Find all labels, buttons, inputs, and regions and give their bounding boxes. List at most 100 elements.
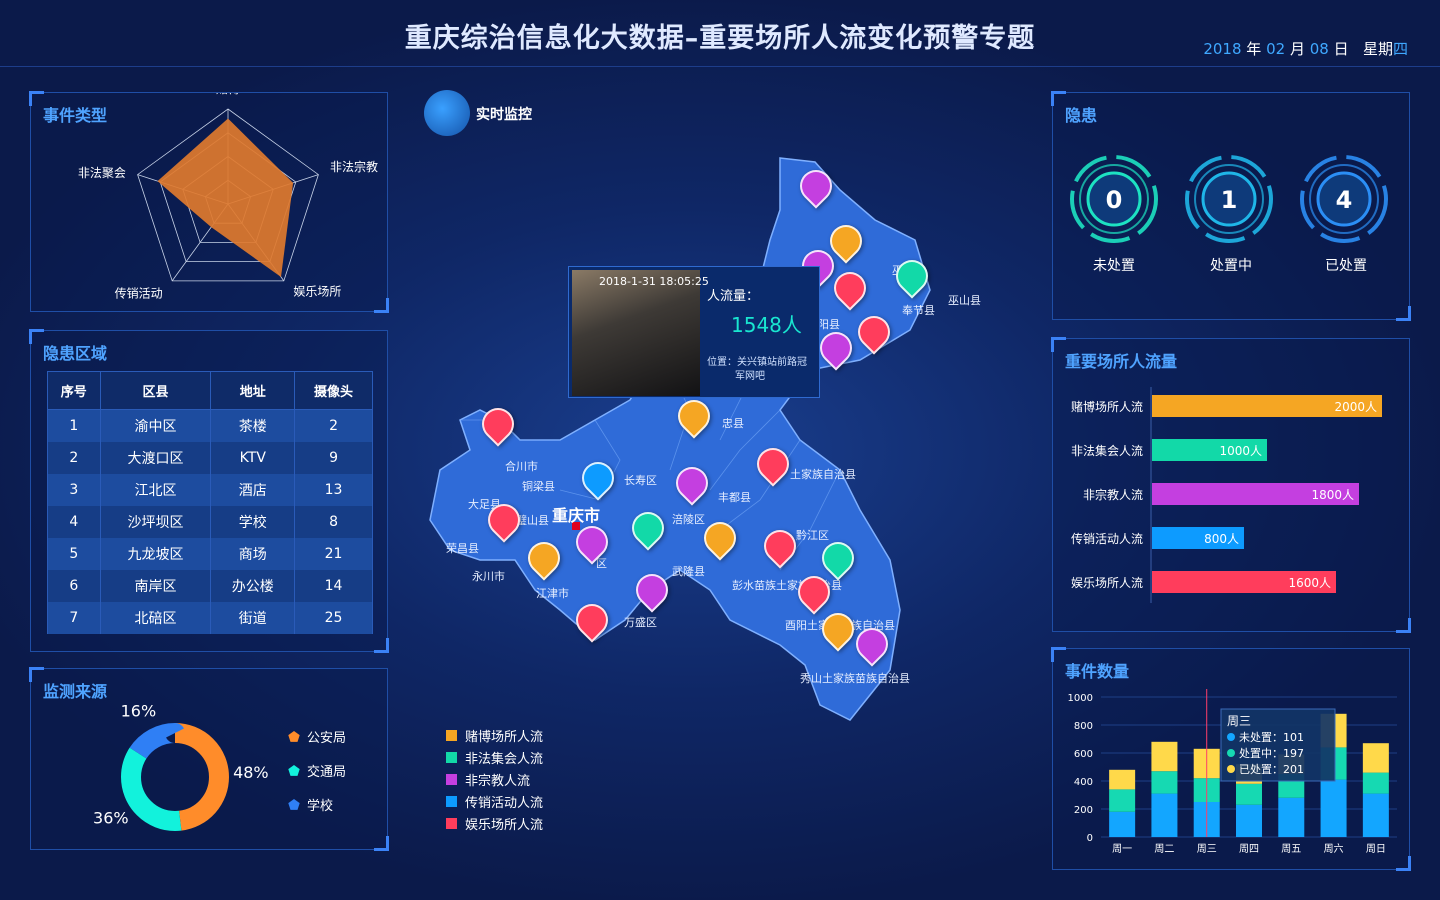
- header-divider: [0, 66, 1440, 67]
- date-month: 02: [1266, 40, 1286, 58]
- table-row[interactable]: 1 渝中区 茶楼 2: [47, 409, 373, 442]
- table-header-row: 序号 区县 地址 摄像头: [47, 371, 373, 410]
- map-place-label: 土家族自治县: [790, 468, 856, 481]
- table-cell: 办公楼: [210, 569, 296, 602]
- table-row[interactable]: 3 江北区 酒店 13: [47, 473, 373, 506]
- stacked-bar-segment: [1362, 793, 1389, 837]
- ring-value: 0: [1106, 186, 1123, 214]
- table-cell: 1: [47, 409, 101, 442]
- monitor-radar-icon[interactable]: [424, 90, 470, 136]
- table-row[interactable]: 5 九龙坡区 商场 21: [47, 537, 373, 570]
- bar-value-label: 800人: [1204, 532, 1239, 546]
- table-cell: 南岸区: [99, 569, 212, 602]
- ring-value: 4: [1336, 186, 1353, 214]
- map-place-label: 奉节县: [902, 304, 935, 317]
- bar-value-label: 1000人: [1219, 444, 1262, 458]
- map-place-label: 万盛区: [624, 616, 657, 629]
- table-header-cell: 摄像头: [294, 371, 373, 410]
- flow-label: 人流量：: [707, 289, 760, 304]
- bar-category-label: 传销活动人流: [1071, 531, 1143, 546]
- stacked-bar-segment: [1151, 793, 1178, 837]
- stacked-bar-segment: [1109, 789, 1136, 812]
- radar-indicator-label: 非法宗教: [330, 159, 378, 174]
- stacked-bar-segment: [1236, 804, 1262, 837]
- hidden-danger-panel: 隐患 014 未处置 处置中 已处置: [1051, 91, 1411, 321]
- stacked-bar-segment: [1236, 783, 1262, 805]
- table-cell: 北碚区: [99, 601, 212, 634]
- date-month-unit: 月: [1289, 40, 1305, 58]
- map-place-label: 秀山土家族苗族自治县: [800, 672, 910, 685]
- event-count-chart: 02004006008001000周一 周二 周三 周四 周五 周六 周日周三未处置：101…: [1068, 689, 1397, 855]
- stacked-bar-segment: [1278, 797, 1305, 837]
- stacked-bar-segment: [1109, 811, 1136, 837]
- map-legend-item: 非法集会人流: [446, 748, 543, 767]
- x-tick-label: 周四: [1239, 843, 1259, 855]
- table-cell: 3: [47, 473, 101, 506]
- radar-area: [157, 118, 294, 277]
- map-place-label: 阳县: [818, 318, 840, 331]
- table-cell: 商场: [210, 537, 296, 570]
- table-cell: 九龙坡区: [99, 537, 212, 570]
- monitor-source-panel: 监测来源 48% 36% 16% 公安局 交通局 学校: [29, 667, 389, 851]
- tooltip-dot: [1227, 749, 1235, 757]
- table-body: 1 渝中区 茶楼 2 2 大渡口区 KTV 9 3 江北区 酒店 13 4 沙坪坝区 学校 8 5 九龙坡区 商场 2…: [47, 409, 373, 634]
- table-row[interactable]: 6 南岸区 办公楼 14: [47, 569, 373, 602]
- ring-label-handling: 处置中: [1210, 258, 1252, 274]
- map-place-label: 永川市: [472, 570, 505, 583]
- table-cell: 21: [294, 537, 373, 570]
- legend-label: 传销活动人流: [465, 796, 544, 811]
- legend-pentagon: [288, 765, 300, 776]
- date-day-unit: 日: [1333, 40, 1349, 58]
- tooltip-line: 处置中：197: [1239, 747, 1304, 760]
- ring-value: 1: [1221, 186, 1238, 214]
- tooltip-title: 周三: [1227, 714, 1251, 728]
- donut-chart: 48% 36% 16% 公安局交通局学校: [93, 701, 346, 831]
- x-tick-label: 周二: [1154, 843, 1174, 855]
- radar-indicator-label: 娱乐场所: [293, 285, 341, 299]
- legend-label: 交通局: [307, 764, 346, 780]
- legend-label: 非宗教人流: [465, 774, 531, 789]
- map-place-label: 黔江区: [796, 529, 829, 542]
- table-cell: KTV: [210, 441, 296, 474]
- tooltip-line: 已处置：201: [1239, 763, 1304, 776]
- legend-swatch: [446, 752, 457, 763]
- table-cell: 江北区: [99, 473, 212, 506]
- stacked-bar-segment: [1362, 743, 1389, 773]
- table-cell: 沙坪坝区: [99, 505, 212, 538]
- donut-value-label: 36%: [93, 809, 129, 828]
- legend-swatch: [446, 730, 457, 741]
- table-cell: 25: [294, 601, 373, 634]
- table-row[interactable]: 2 大渡口区 KTV 9: [47, 441, 373, 474]
- map-place-label: 璧山县: [516, 514, 549, 527]
- table-cell: 街道: [210, 601, 296, 634]
- stacked-bar-segment: [1151, 741, 1178, 772]
- map-place-label: 武隆县: [672, 565, 705, 578]
- map-legend-item: 娱乐场所人流: [446, 814, 543, 833]
- y-tick-label: 400: [1074, 777, 1093, 788]
- donut-value-label: 48%: [233, 763, 269, 782]
- y-tick-label: 1000: [1068, 693, 1093, 704]
- tooltip-line: 未处置：101: [1239, 731, 1304, 744]
- weekday: 四: [1392, 40, 1408, 58]
- stacked-bar-segment: [1362, 772, 1389, 794]
- date-display: 2018 年 02 月 08 日 星期四: [1203, 38, 1408, 59]
- map-place-label: 忠县: [722, 417, 744, 430]
- camera-popup[interactable]: 2018-1-31 18:05:25 人流量： 1548人 位置：关兴镇站前路冠…: [568, 266, 820, 398]
- legend-label: 非法集会人流: [465, 752, 544, 767]
- y-tick-label: 600: [1074, 749, 1093, 760]
- monitor-label: 实时监控: [476, 107, 532, 123]
- camera-timestamp: 2018-1-31 18:05:25: [599, 275, 709, 288]
- radar-chart: 赌博非法宗教娱乐场所 传销活动 非法聚会: [78, 93, 378, 301]
- legend-swatch: [446, 796, 457, 807]
- map-place-label: 江津市: [536, 587, 569, 600]
- bar-value-label: 2000人: [1334, 400, 1377, 414]
- table-cell: 大渡口区: [99, 441, 212, 474]
- bar-category-label: 非法集会人流: [1071, 443, 1143, 458]
- place-flow-panel: 重要场所人流量 赌博场所人流 2000人 非法集会人流 1000人 非宗教人流 1800人…: [1051, 337, 1411, 633]
- stacked-bar-segment: [1151, 771, 1178, 794]
- table-row[interactable]: 4 沙坪坝区 学校 8: [47, 505, 373, 538]
- ring-label-handled: 已处置: [1325, 258, 1367, 274]
- table-cell: 酒店: [210, 473, 296, 506]
- weekday-prefix: 星期: [1362, 40, 1393, 58]
- table-row[interactable]: 7 北碚区 街道 25: [47, 601, 373, 634]
